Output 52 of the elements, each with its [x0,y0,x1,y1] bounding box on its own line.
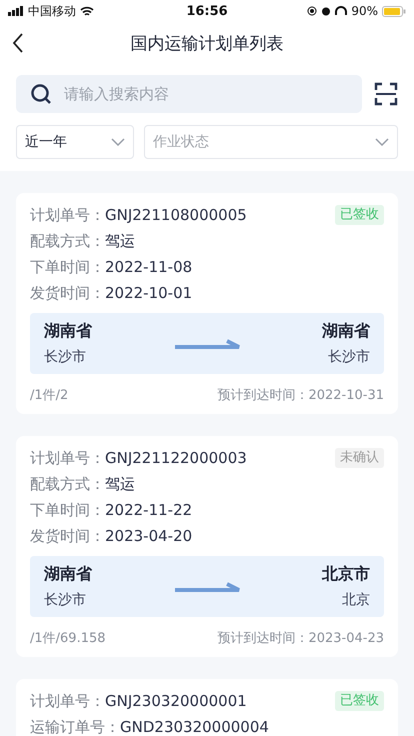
scan-button[interactable] [374,82,398,106]
field-label: 发货时间： [30,283,105,303]
origin-province: 湖南省 [44,321,92,342]
chevron-down-icon [111,138,125,146]
field-value: 2022-11-22 [105,500,194,520]
carrier-name: 中国移动 [28,2,76,20]
battery-percent: 90% [351,4,378,18]
field-value: 2022-11-08 [105,257,194,277]
search-icon [30,83,52,105]
plan-card[interactable]: 计划单号：GNJ230320000001 已签收 运输订单号：GND230320000004 [16,679,398,736]
field-label: 下单时间： [30,257,105,277]
field-label: 运输订单号： [30,717,120,736]
field-value: 驾运 [105,231,136,251]
status-tag: 未确认 [335,448,384,468]
field-label: 计划单号： [30,448,105,468]
signal-icon [8,6,24,16]
field-label: 配载方式： [30,231,105,251]
field-label: 计划单号： [30,691,105,711]
field-label: 发货时间： [30,526,105,546]
field-label: 下单时间： [30,500,105,520]
chevron-down-icon [375,138,389,146]
destination-city: 长沙市 [328,348,370,366]
origin-province: 湖南省 [44,564,92,585]
dropdown[interactable]: 近一年 [16,125,134,159]
field-value: GNJ221122000003 [105,448,248,468]
eta-text: 预计到达时间：2022-10-31 [217,387,384,404]
headphones-icon [335,6,348,16]
field-value: GNJ221108000005 [105,205,248,225]
field-value: 2022-10-01 [105,283,194,303]
field-label: 配载方式： [30,474,105,494]
plan-card[interactable]: 计划单号：GNJ221108000005 已签收 配载方式：驾运 下单时间：2022-11-08 发货时间：2022-10-01 湖南省 长沙市 湖南省 长沙市 /1件/2 预计到达时间：2022-10-31 [16,193,398,414]
destination-province: 北京市 [322,564,370,585]
origin-city: 长沙市 [44,348,86,366]
page-title: 国内运输计划单列表 [130,32,284,54]
quantity-text: /1件/2 [30,387,68,404]
wifi-icon [80,6,94,16]
status-tag: 已签收 [335,691,384,711]
quantity-text: /1件/69.158 [30,630,106,647]
battery-icon [382,6,406,16]
status-time: 16:56 [186,4,228,18]
field-label: 计划单号： [30,205,105,225]
search-field[interactable]: 请输入搜索内容 [16,75,362,113]
field-value: GND230320000004 [120,717,270,736]
destination-province: 湖南省 [322,321,370,342]
status-tag: 已签收 [335,205,384,225]
origin-city: 长沙市 [44,591,86,609]
destination-city: 北京 [342,591,370,609]
eta-text: 预计到达时间：2023-04-23 [217,630,384,647]
field-value: 2023-04-20 [105,526,194,546]
field-value: GNJ230320000001 [105,691,248,711]
field-value: 驾运 [105,474,136,494]
plan-card[interactable]: 计划单号：GNJ221122000003 未确认 配载方式：驾运 下单时间：2022-11-22 发货时间：2023-04-20 湖南省 长沙市 北京市 北京 /1件/69.158 预计到达时间：2023-04-23 [16,436,398,657]
